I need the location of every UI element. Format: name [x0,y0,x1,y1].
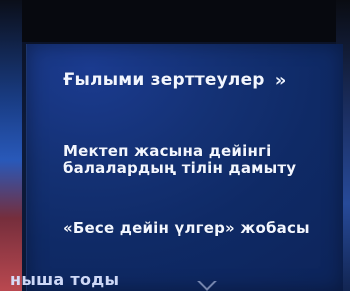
menu-item-project[interactable]: «Бесе дейін үлгер» жобасы [63,219,313,237]
menu-item-scientific-research[interactable]: Ғылыми зерттеулер » [63,70,287,91]
left-background-image [0,0,22,291]
header-bar [0,0,350,42]
menu-item-preschool-language[interactable]: Мектеп жасына дейінгі балалардың тілін д… [63,142,333,178]
menu-item-label: Мектеп жасына дейінгі балалардың тілін д… [63,142,297,178]
dropdown-menu: Ғылыми зерттеулер » Мектеп жасына дейінг… [26,44,343,291]
menu-item-label: Ғылыми зерттеулер [63,70,265,90]
chevron-right-icon: » [274,70,287,91]
screen: Ғылыми зерттеулер » Мектеп жасына дейінг… [0,0,350,291]
menu-item-label: «Бесе дейін үлгер» жобасы [63,219,310,237]
